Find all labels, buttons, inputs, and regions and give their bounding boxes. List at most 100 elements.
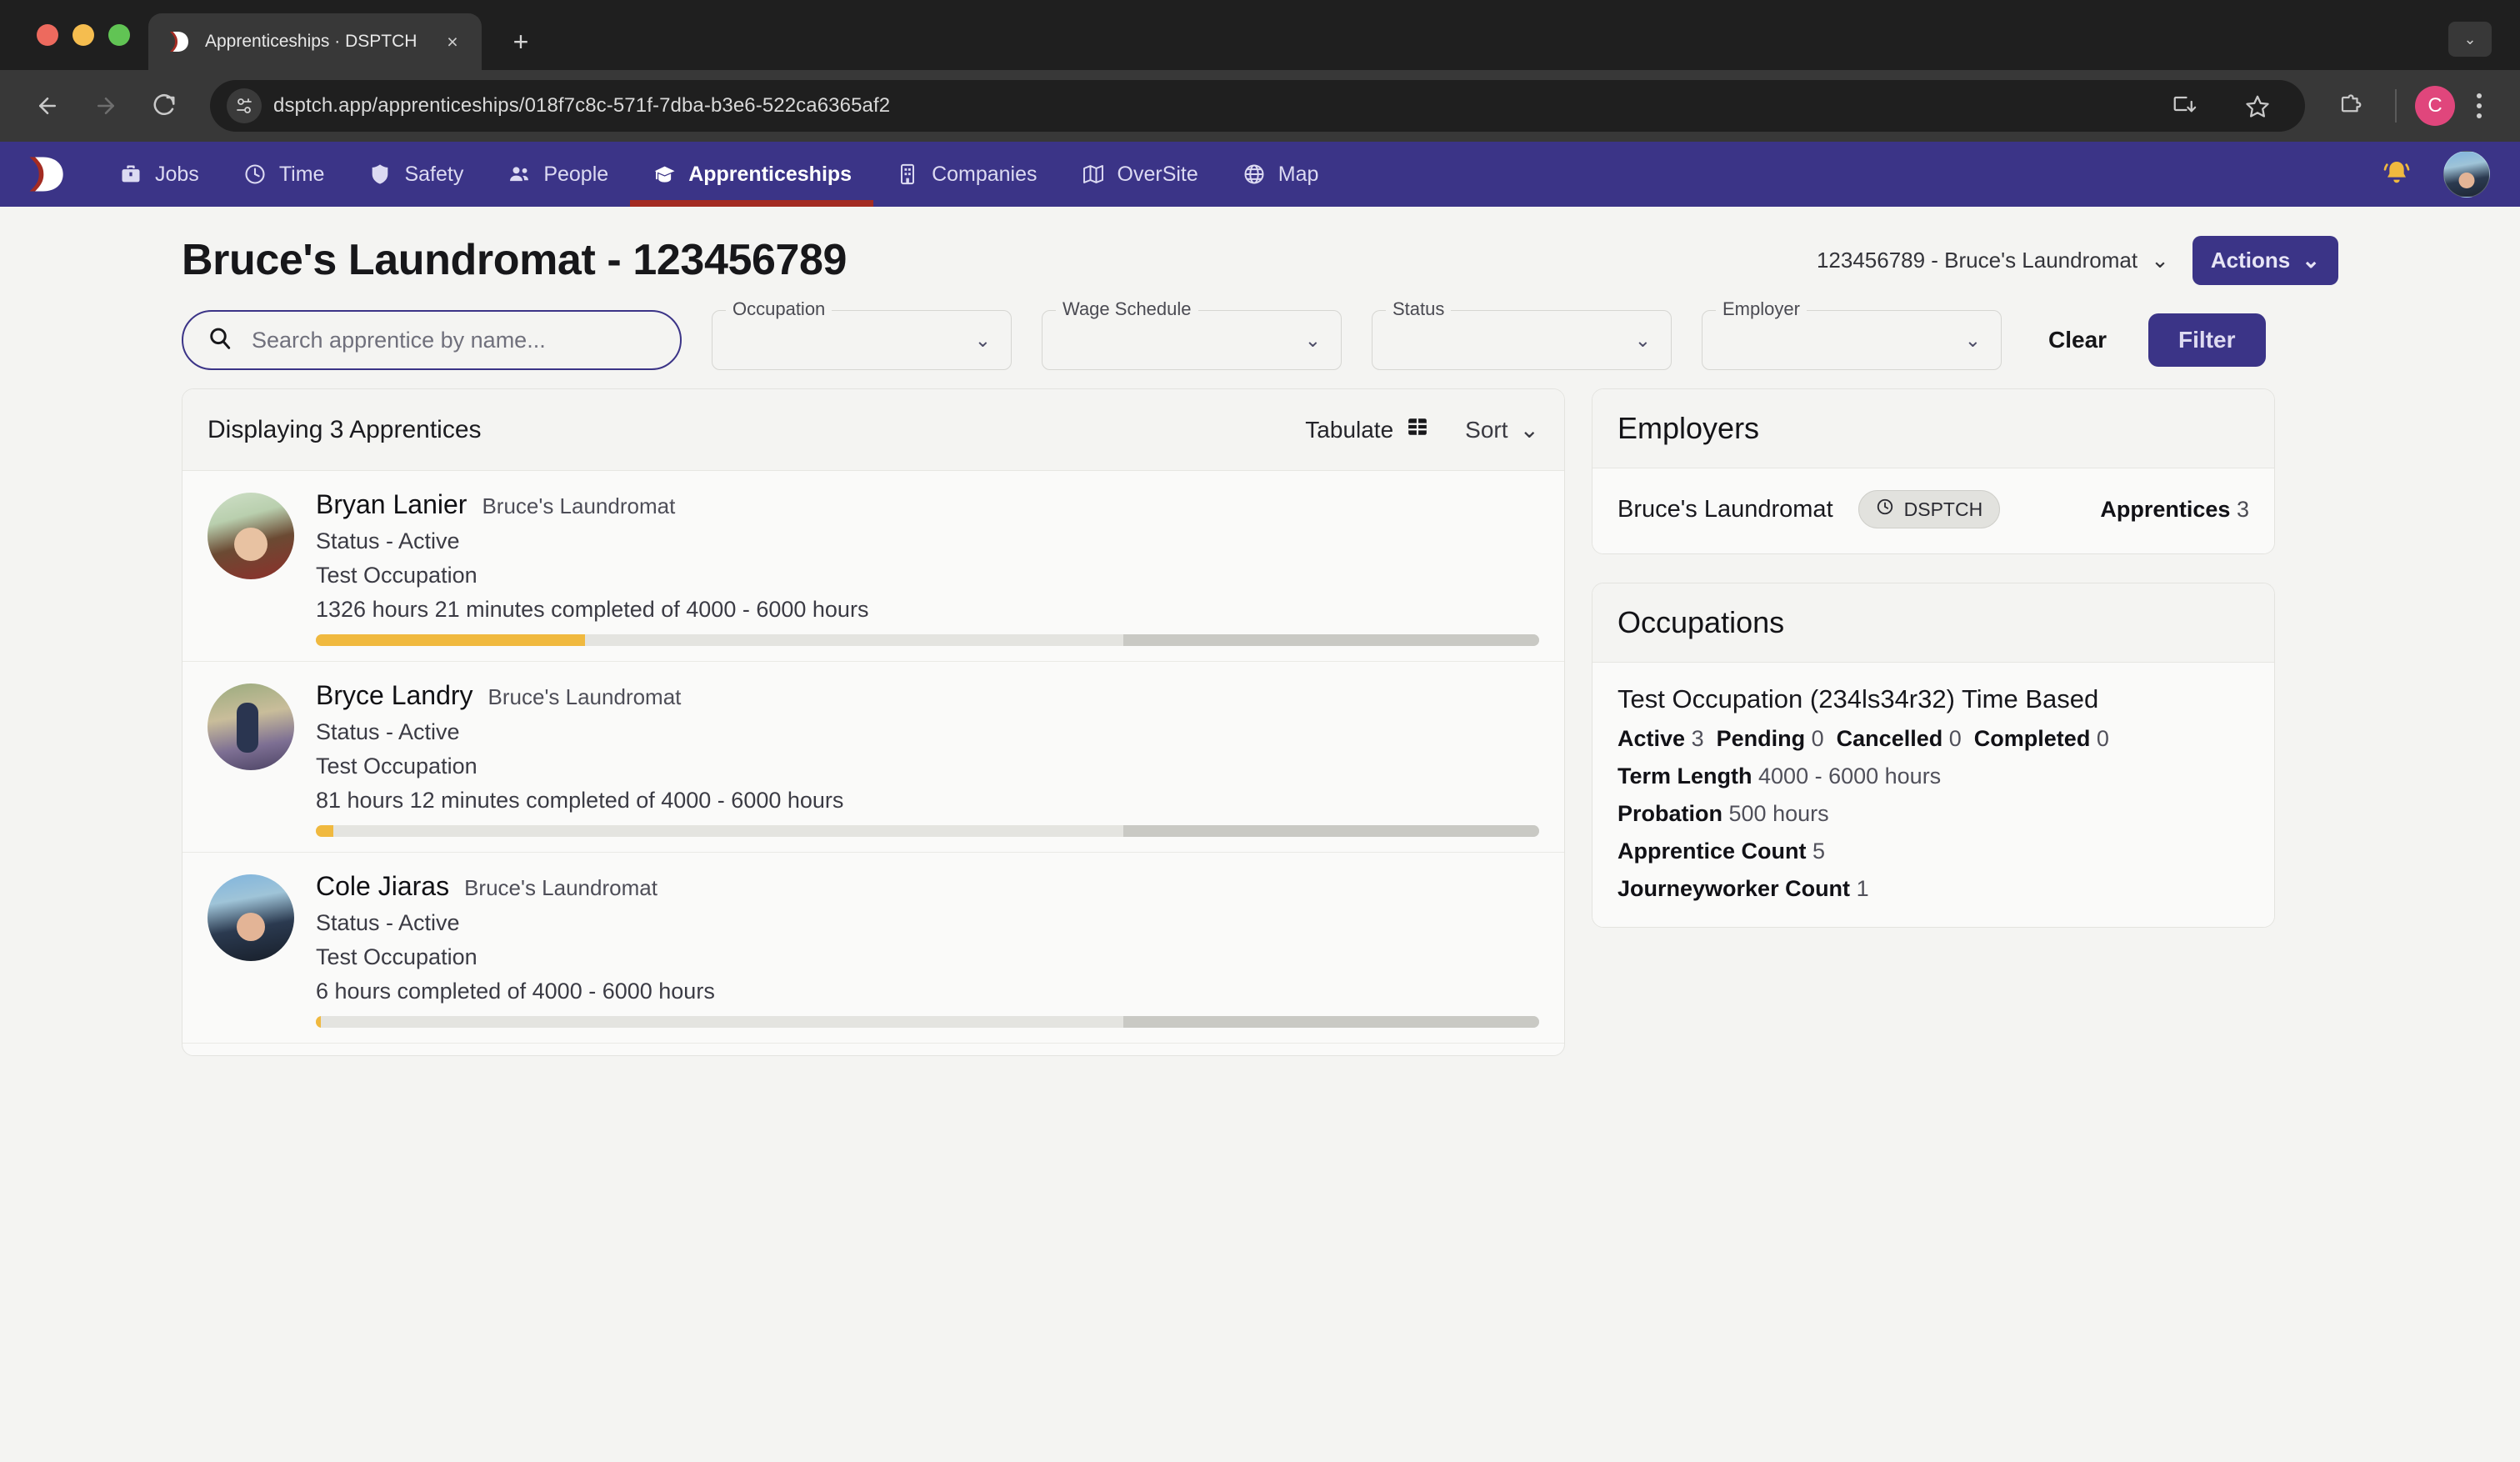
status-select[interactable]: Status ⌄ [1372,298,1672,370]
sort-dropdown[interactable]: Sort ⌄ [1465,416,1539,443]
forward-arrow-icon[interactable] [80,80,132,132]
status-count-value: 3 [1691,726,1704,751]
reload-icon[interactable] [138,80,190,132]
avatar [208,683,294,770]
status-count-value: 0 [2096,726,2109,751]
progress-tail [1122,1016,1539,1028]
occupations-card-body: Test Occupation (234ls34r32) Time Based … [1592,663,2274,927]
nav-item-time[interactable]: Time [221,142,347,207]
nav-label: Map [1278,162,1319,186]
install-app-icon[interactable] [2158,80,2210,132]
nav-item-apprenticeships[interactable]: Apprenticeships [630,142,873,207]
close-window-button[interactable] [37,24,58,46]
tab-search-chevron-icon[interactable]: ⌄ [2448,22,2492,57]
nav-item-people[interactable]: People [485,142,630,207]
progress-mid [320,1016,1123,1028]
page-title: Bruce's Laundromat - 123456789 [182,236,848,284]
clock-icon [242,162,268,187]
term-length-row: Term Length 4000 - 6000 hours [1618,764,2249,789]
bell-icon[interactable] [2378,156,2415,193]
clear-button[interactable]: Clear [2048,327,2107,353]
address-bar[interactable]: dsptch.app/apprenticeships/018f7c8c-571f… [210,80,2305,132]
occupations-title: Occupations [1618,605,1785,639]
progress-mid [332,825,1123,837]
wage-schedule-select[interactable]: Wage Schedule ⌄ [1042,298,1342,370]
extensions-puzzle-icon[interactable] [2325,80,2377,132]
nav-label: OverSite [1117,162,1198,186]
wage-schedule-select-label: Wage Schedule [1056,298,1198,320]
search-input[interactable]: Search apprentice by name... [182,310,682,370]
clock-icon [1876,498,1894,521]
page-content: Bruce's Laundromat - 123456789 123456789… [0,207,2520,1462]
avatar [208,493,294,579]
tabulate-button[interactable]: Tabulate [1305,416,1428,443]
chevron-down-icon: ⌄ [2151,247,2169,273]
occupation-select[interactable]: Occupation ⌄ [712,298,1012,370]
nav-item-jobs[interactable]: Jobs [97,142,221,207]
employer-name: Bruce's Laundromat [1618,495,1833,523]
maximize-window-button[interactable] [108,24,130,46]
app-navbar: Jobs Time Safety People Apprenticeships … [0,142,2520,207]
nav-item-map[interactable]: Map [1220,142,1341,207]
back-arrow-icon[interactable] [22,80,73,132]
apprentice-row[interactable]: Cole Jiaras Bruce's Laundromat Status - … [182,853,1564,1044]
occupations-card: Occupations Test Occupation (234ls34r32)… [1592,583,2275,928]
filter-bar: Search apprentice by name... Occupation … [182,298,2338,388]
status-count-label: Cancelled [1836,726,1943,751]
actions-button[interactable]: Actions ⌄ [2192,235,2338,285]
nav-items: Jobs Time Safety People Apprenticeships … [97,142,1340,207]
site-settings-icon[interactable] [227,88,262,123]
apprentice-name: Bryan Lanier [316,489,468,519]
profile-avatar[interactable]: C [2415,86,2455,126]
apprentice-list-card: Displaying 3 Apprentices Tabulate Sort ⌄… [182,388,1565,1056]
progress-fill [316,825,333,837]
nav-item-safety[interactable]: Safety [346,142,485,207]
term-length-value: 4000 - 6000 hours [1758,764,1942,789]
dsptch-logo-icon[interactable] [22,148,73,200]
entity-selector[interactable]: 123456789 - Bruce's Laundromat ⌄ [1817,248,2169,273]
nav-item-oversite[interactable]: OverSite [1059,142,1220,207]
nav-label: Safety [404,162,464,186]
employer-select-label: Employer [1716,298,1807,320]
status-badge-label: DSPTCH [1903,498,1983,520]
apprentice-occupation: Test Occupation [316,754,478,779]
briefcase-icon [118,162,143,187]
apprentice-hours: 1326 hours 21 minutes completed of 4000 … [316,597,869,622]
employer-select[interactable]: Employer ⌄ [1702,298,2002,370]
card-footer-spacer [182,1044,1564,1055]
apprentice-occupation: Test Occupation [316,944,478,969]
term-length-label: Term Length [1618,764,1752,789]
progress-fill [316,634,585,646]
new-tab-button[interactable]: + [500,21,542,63]
url-text: dsptch.app/apprenticeships/018f7c8c-571f… [273,94,891,117]
toolbar-divider [2395,89,2397,123]
employer-row[interactable]: Bruce's Laundromat DSPTCH Apprentices 3 [1618,490,2249,528]
nav-label: Apprenticeships [688,162,852,186]
apprentice-occupation: Test Occupation [316,563,478,588]
nav-item-companies[interactable]: Companies [873,142,1058,207]
occupation-status-counts: Active 3 Pending 0 Cancelled 0 Completed… [1618,726,2249,752]
apprentice-list-column: Displaying 3 Apprentices Tabulate Sort ⌄… [182,388,1565,1056]
nav-label: Jobs [155,162,199,186]
sort-label: Sort [1465,416,1508,443]
status-count-value: 0 [1948,726,1962,751]
apprentice-row[interactable]: Bryan Lanier Bruce's Laundromat Status -… [182,471,1564,662]
filter-button[interactable]: Filter [2148,313,2266,367]
people-icon [507,162,532,187]
dsptch-logo-icon [167,28,193,55]
application-viewport: Jobs Time Safety People Apprenticeships … [0,142,2520,1462]
star-icon[interactable] [2232,80,2283,132]
browser-tab[interactable]: Apprenticeships · DSPTCH × [148,13,482,70]
close-tab-button[interactable]: × [438,28,467,56]
user-avatar[interactable] [2443,151,2490,198]
progress-tail [1122,634,1539,646]
minimize-window-button[interactable] [72,24,94,46]
avatar [208,874,294,961]
employers-card: Employers Bruce's Laundromat DSPTCH Appr… [1592,388,2275,554]
apprentice-row[interactable]: Bryce Landry Bruce's Laundromat Status -… [182,662,1564,853]
chevron-down-icon: ⌄ [1964,328,1981,351]
apprentice-count: Apprentices 3 [2100,497,2249,523]
progress-bar [316,825,1539,837]
map-fold-icon [1081,162,1106,187]
kebab-menu-icon[interactable] [2460,80,2498,132]
